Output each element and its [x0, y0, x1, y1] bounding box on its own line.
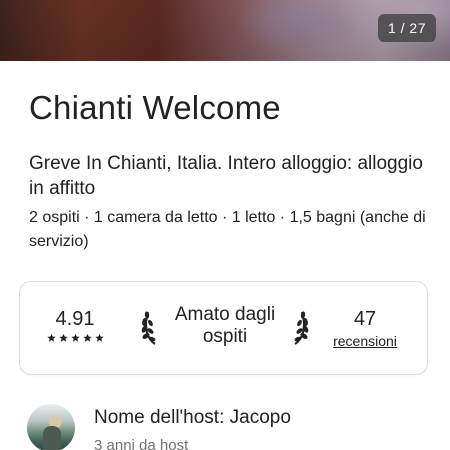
photo-counter: 1 / 27 — [377, 14, 436, 42]
host-avatar[interactable] — [27, 404, 75, 450]
guest-favorite-card: 4.91 Amato dagli ospiti 47 recensioni — [19, 281, 428, 375]
listing-details: 2 ospiti · 1 camera da letto · 1 letto ·… — [29, 209, 426, 250]
laurel-left-icon — [140, 306, 162, 346]
reviews-link[interactable]: recensioni — [333, 332, 397, 350]
star-rating — [45, 333, 105, 343]
star-icon — [82, 333, 93, 343]
host-section[interactable]: Nome dell'host: Jacopo 3 anni da host — [27, 404, 427, 450]
listing-title: Chianti Welcome — [29, 89, 281, 126]
host-name: Nome dell'host: Jacopo — [94, 407, 291, 428]
avatar-figure — [43, 426, 61, 450]
reviews-block: 47 recensioni — [320, 308, 410, 351]
rating-value: 4.91 — [55, 308, 95, 330]
rating-block: 4.91 — [45, 308, 105, 343]
star-icon — [46, 333, 57, 343]
guest-favorite-badge: Amato dagli ospiti — [138, 302, 312, 352]
host-since: 3 anni da host — [94, 437, 189, 450]
listing-photo[interactable]: 1 / 27 — [0, 0, 450, 61]
star-icon — [94, 333, 105, 343]
star-icon — [58, 333, 69, 343]
listing-content: Chianti Welcome Greve In Chianti, Italia… — [0, 61, 450, 450]
star-icon — [70, 333, 81, 343]
laurel-right-icon — [288, 306, 310, 346]
guest-favorite-label: Amato dagli ospiti — [174, 304, 276, 347]
listing-subtitle: Greve In Chianti, Italia. Intero alloggi… — [29, 153, 423, 199]
reviews-count: 47 — [353, 308, 377, 330]
